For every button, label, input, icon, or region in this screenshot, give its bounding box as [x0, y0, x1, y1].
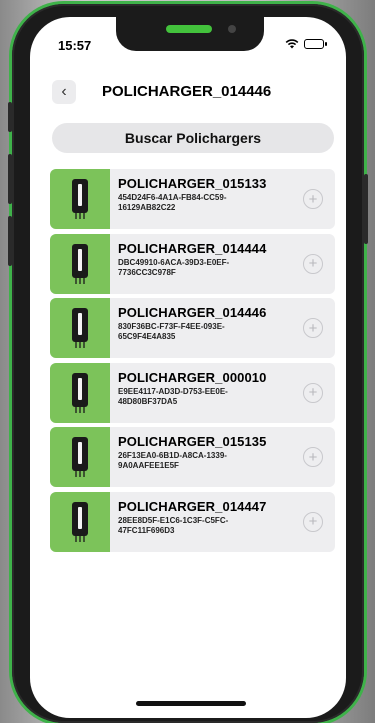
device-card[interactable]: POLICHARGER_014446 830F36BC-F73F-F4EE-09…: [50, 298, 335, 359]
speaker-indicator: [166, 25, 212, 33]
device-card[interactable]: POLICHARGER_000010 E9EE4117-AD3D-D753-EE…: [50, 362, 335, 423]
device-uuid: 830F36BC-F73F-F4EE-093E-65C9F4E4A835: [118, 322, 225, 342]
device-uuid: DBC49910-6ACA-39D3-E0EF-7736CC3C978F: [118, 257, 230, 277]
camera-icon: [228, 25, 236, 33]
device-card[interactable]: POLICHARGER_015133 454D24F6-4A1A-FB84-CC…: [50, 169, 335, 229]
device-name: POLICHARGER_014446: [118, 305, 267, 321]
status-time: 15:57: [58, 38, 92, 53]
device-name: POLICHARGER_015133: [118, 176, 267, 191]
chevron-left-icon: ‹: [61, 83, 67, 100]
home-indicator[interactable]: [136, 701, 246, 706]
device-card[interactable]: POLICHARGER_014444 DBC49910-6ACA-39D3-E0…: [50, 233, 335, 294]
device-uuid: 28EE8D5F-E1C6-1C3F-C5FC-47FC11F696D3: [118, 515, 229, 535]
device-thumbnail: [50, 298, 110, 359]
device-thumbnail: [50, 362, 110, 423]
volume-button: [8, 102, 12, 132]
charger-icon: [72, 501, 88, 542]
device-card[interactable]: POLICHARGER_015135 26F13EA0-6B1D-A8CA-13…: [50, 427, 335, 488]
device-name: POLICHARGER_000010: [118, 369, 267, 385]
device-name: POLICHARGER_014444: [118, 240, 267, 256]
device-uuid: 26F13EA0-6B1D-A8CA-1339-9A0AAFEE1E5F: [118, 451, 227, 471]
wifi-icon: [285, 39, 299, 49]
battery-icon: [304, 39, 327, 49]
device-name: POLICHARGER_015135: [118, 434, 267, 450]
device-thumbnail: [50, 233, 110, 294]
charger-icon: [72, 437, 88, 478]
device-thumbnail: [50, 169, 110, 229]
device-thumbnail: [50, 427, 110, 488]
device-uuid: E9EE4117-AD3D-D753-EE0E-48D80BF37DA5: [118, 386, 228, 406]
search-polichargers-button[interactable]: Buscar Polichargers: [52, 123, 334, 153]
back-button[interactable]: ‹: [52, 80, 76, 104]
device-list: POLICHARGER_015133 454D24F6-4A1A-FB84-CC…: [50, 169, 335, 557]
power-button: [364, 174, 368, 244]
camera-notch: [116, 17, 264, 51]
charger-icon: [72, 179, 88, 219]
device-thumbnail: [50, 491, 110, 552]
device-card[interactable]: POLICHARGER_014447 28EE8D5F-E1C6-1C3F-C5…: [50, 491, 335, 552]
charger-icon: [72, 243, 88, 284]
charger-icon: [72, 372, 88, 413]
status-icons: [285, 39, 327, 49]
add-icon[interactable]: +: [303, 189, 323, 209]
add-icon[interactable]: +: [303, 511, 323, 532]
app-screen: 15:57 ‹ POLICHARGER_014446 Buscar Polich…: [30, 17, 346, 718]
add-icon[interactable]: +: [303, 253, 323, 274]
page-title: POLICHARGER_014446: [102, 83, 272, 100]
volume-button: [8, 216, 12, 266]
charger-icon: [72, 308, 88, 349]
device-uuid: 454D24F6-4A1A-FB84-CC59-16129AB82C22: [118, 193, 227, 212]
device-name: POLICHARGER_014447: [118, 498, 267, 514]
volume-button: [8, 154, 12, 204]
add-icon[interactable]: +: [303, 382, 323, 403]
